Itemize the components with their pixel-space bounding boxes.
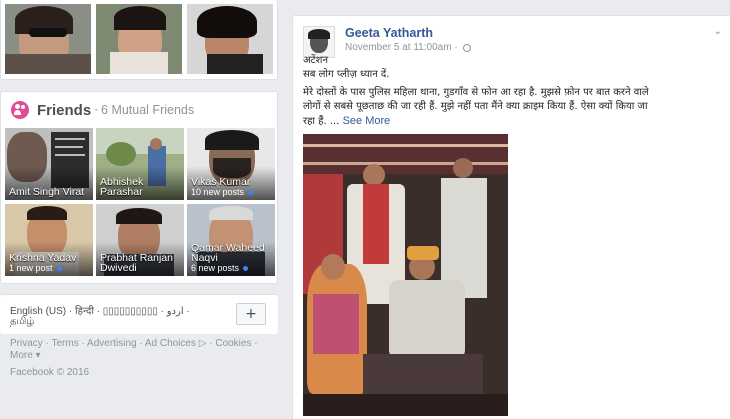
language-list[interactable]: English (US) · हिन्दी · ▯▯▯▯▯▯▯▯▯▯ · ارد… [10,303,190,317]
friend-new-posts: 10 new posts [191,187,254,198]
profile-photo-1[interactable] [5,4,91,74]
new-post-dot-icon [248,190,254,196]
footer-links[interactable]: Privacy · Terms · Advertising · Ad Choic… [10,338,258,349]
language-selector: English (US) · हिन्दी · ▯▯▯▯▯▯▯▯▯▯ · ارد… [0,294,278,334]
add-language-button[interactable]: + [236,303,266,325]
friends-title[interactable]: Friends [37,102,91,119]
mutual-friends-count[interactable]: 6 Mutual Friends [101,103,194,117]
post-meta: November 5 at 11:00am · [345,42,471,53]
new-post-dot-icon [56,266,62,272]
post-timestamp[interactable]: November 5 at 11:00am · [345,42,458,53]
see-more-link[interactable]: See More [343,115,391,127]
friend-name-line2[interactable]: Parashar [100,186,143,198]
chevron-down-icon[interactable]: ⌄ [714,26,722,37]
friends-icon [11,101,29,119]
globe-icon [462,43,471,52]
friend-name-line2[interactable]: Dwivedi [100,262,137,274]
profile-photo-3[interactable] [187,4,273,74]
post-text-line: अटेंशन [303,55,329,66]
friend-tile-abhishek[interactable]: Abhishek Parashar [96,128,184,200]
post-photo[interactable] [303,134,508,416]
friend-tile-amit[interactable]: Amit Singh Virat [5,128,93,200]
friend-new-posts: 6 new posts [191,263,249,274]
post-text-line: मेरे दोस्तों के पास पुलिस महिला थाना, गु… [303,87,649,98]
friend-tile-qamar[interactable]: Qamar Waheed Naqvi 6 new posts [187,204,275,276]
language-list-line2[interactable]: தமிழ் [10,316,34,328]
friends-header[interactable]: Friends · 6 Mutual Friends [11,100,194,120]
friend-name[interactable]: Amit Singh Virat [9,186,84,198]
footer-more-link[interactable]: More ▾ [10,350,41,361]
post-card: Geeta Yatharth November 5 at 11:00am · ⌄… [292,15,730,419]
new-post-dot-icon [243,266,249,272]
post-text-line: सब लोग प्लीज़ ध्यान दें. [303,69,390,80]
post-text-line: लोगों से सबसे पूछताछ की जा रही हैं. मुझे… [303,101,648,112]
friend-tile-krishna[interactable]: Krishna Yadav 1 new post [5,204,93,276]
friends-separator: · [94,103,99,117]
author-name[interactable]: Geeta Yatharth [345,26,433,40]
profile-photo-2[interactable] [96,4,182,74]
friend-tile-prabhat[interactable]: Prabhat Ranjan Dwivedi [96,204,184,276]
footer-copyright: Facebook © 2016 [10,367,90,378]
friend-tile-vikas[interactable]: Vikas Kumar 10 new posts [187,128,275,200]
photos-card [0,0,278,80]
friends-card: Friends · 6 Mutual Friends Amit Singh Vi… [0,91,278,284]
friend-new-posts: 1 new post [9,263,62,274]
post-text-line: रहा हैं. ... See More [303,115,391,127]
